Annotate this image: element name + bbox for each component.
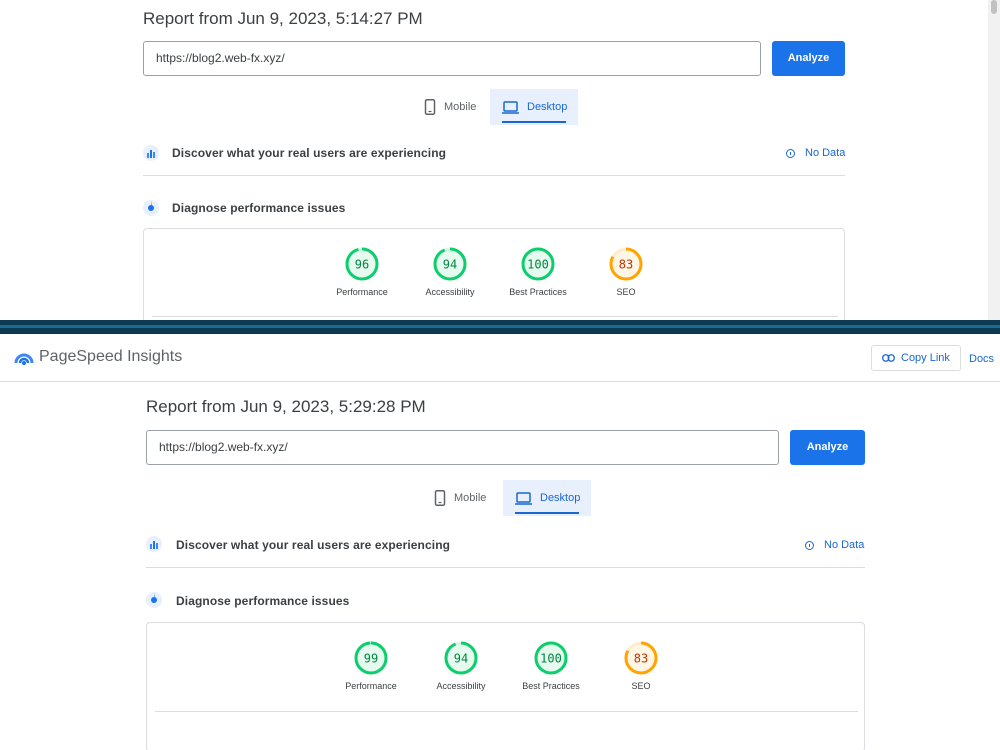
- app-name[interactable]: PageSpeed Insights: [39, 348, 182, 366]
- link-icon: [882, 354, 895, 362]
- scrollbar[interactable]: [988, 0, 1000, 320]
- card-divider: [152, 316, 838, 317]
- score-gauge-best-practices[interactable]: 100 Best Practices: [516, 639, 586, 691]
- tab-active-indicator: [502, 121, 566, 123]
- score-value: 94: [443, 258, 457, 272]
- score-value: 94: [454, 652, 468, 666]
- score-gauge-accessibility[interactable]: 94 Accessibility: [426, 639, 496, 691]
- scores-card: [143, 228, 845, 320]
- score-value: 99: [364, 652, 378, 666]
- score-label: Accessibility: [436, 681, 486, 691]
- page-title: Report from Jun 9, 2023, 5:29:28 PM: [146, 397, 426, 416]
- laptop-icon: [515, 491, 532, 505]
- score-gauge-performance[interactable]: 99 Performance: [336, 639, 406, 691]
- score-ring: 83: [609, 247, 643, 281]
- score-gauge-seo[interactable]: 83 SEO: [591, 245, 661, 297]
- report-screenshot-earlier: Report from Jun 9, 2023, 5:14:27 PM http…: [0, 0, 1000, 320]
- crux-users-icon: [146, 536, 162, 552]
- score-value: 83: [619, 258, 633, 272]
- score-value: 83: [634, 652, 648, 666]
- score-label: Best Practices: [509, 287, 567, 297]
- tab-desktop-label: Desktop: [540, 492, 581, 504]
- screenshot-divider: [0, 320, 1000, 334]
- score-value: 100: [527, 258, 549, 272]
- score-gauge-seo[interactable]: 83 SEO: [606, 639, 676, 691]
- url-input[interactable]: https://blog2.web-fx.xyz/: [146, 430, 779, 465]
- score-label: Performance: [345, 681, 397, 691]
- score-label: Accessibility: [425, 287, 475, 297]
- section-divider: [146, 567, 865, 568]
- card-divider: [155, 711, 858, 712]
- score-ring: 83: [624, 641, 658, 675]
- url-input-value[interactable]: https://blog2.web-fx.xyz/: [156, 51, 285, 65]
- discover-section-title: Discover what your real users are experi…: [176, 538, 451, 552]
- score-gauge-accessibility[interactable]: 94 Accessibility: [415, 245, 485, 297]
- discover-section-title: Discover what your real users are experi…: [172, 146, 447, 160]
- laptop-icon: [502, 100, 519, 114]
- score-ring: 99: [354, 641, 388, 675]
- score-label: Performance: [336, 287, 388, 297]
- score-gauge-performance[interactable]: 96 Performance: [327, 245, 397, 297]
- score-ring: 94: [433, 247, 467, 281]
- header-bar: PageSpeed Insights Copy Link Docs: [0, 334, 1000, 382]
- copy-link-button[interactable]: Copy Link: [871, 345, 961, 371]
- tab-desktop[interactable]: Desktop: [490, 89, 578, 125]
- smartphone-icon: [434, 490, 446, 506]
- score-label: SEO: [616, 287, 636, 297]
- section-divider: [143, 175, 845, 176]
- score-ring: 100: [521, 247, 555, 281]
- analyze-button[interactable]: Analyze: [790, 430, 865, 465]
- tab-desktop[interactable]: Desktop: [503, 480, 591, 516]
- score-ring: 96: [345, 247, 379, 281]
- tab-mobile[interactable]: Mobile: [422, 480, 504, 516]
- tab-desktop-label: Desktop: [527, 101, 568, 113]
- lighthouse-icon: [143, 200, 159, 216]
- info-icon: [805, 540, 814, 550]
- no-data-label: No Data: [805, 147, 846, 159]
- score-gauge-best-practices[interactable]: 100 Best Practices: [503, 245, 573, 297]
- diagnose-section-title: Diagnose performance issues: [176, 594, 350, 608]
- url-input-value[interactable]: https://blog2.web-fx.xyz/: [159, 440, 288, 454]
- docs-link[interactable]: Docs: [969, 353, 994, 365]
- analyze-button[interactable]: Analyze: [772, 41, 845, 76]
- score-label: SEO: [631, 681, 651, 691]
- no-data-link[interactable]: No Data: [786, 147, 845, 159]
- page-title: Report from Jun 9, 2023, 5:14:27 PM: [143, 9, 423, 28]
- pagespeed-logo-icon: [14, 349, 34, 370]
- tab-active-indicator: [515, 512, 579, 514]
- tab-mobile-label: Mobile: [454, 492, 487, 504]
- score-value: 96: [355, 258, 369, 272]
- smartphone-icon: [424, 99, 436, 115]
- crux-users-icon: [143, 145, 159, 161]
- info-icon: [786, 148, 795, 158]
- diagnose-section-title: Diagnose performance issues: [172, 201, 346, 215]
- tab-mobile[interactable]: Mobile: [412, 89, 490, 125]
- scores-card: [146, 622, 865, 750]
- no-data-link[interactable]: No Data: [805, 539, 864, 551]
- score-ring: 94: [444, 641, 478, 675]
- score-value: 100: [540, 652, 562, 666]
- report-screenshot-later: PageSpeed Insights Copy Link Docs Report…: [0, 334, 1000, 750]
- copy-link-label: Copy Link: [901, 352, 950, 364]
- lighthouse-icon: [146, 592, 162, 608]
- scrollbar-thumb[interactable]: [991, 0, 997, 14]
- no-data-label: No Data: [824, 539, 865, 551]
- url-input[interactable]: https://blog2.web-fx.xyz/: [143, 41, 761, 76]
- score-ring: 100: [534, 641, 568, 675]
- tab-mobile-label: Mobile: [444, 101, 477, 113]
- score-label: Best Practices: [522, 681, 580, 691]
